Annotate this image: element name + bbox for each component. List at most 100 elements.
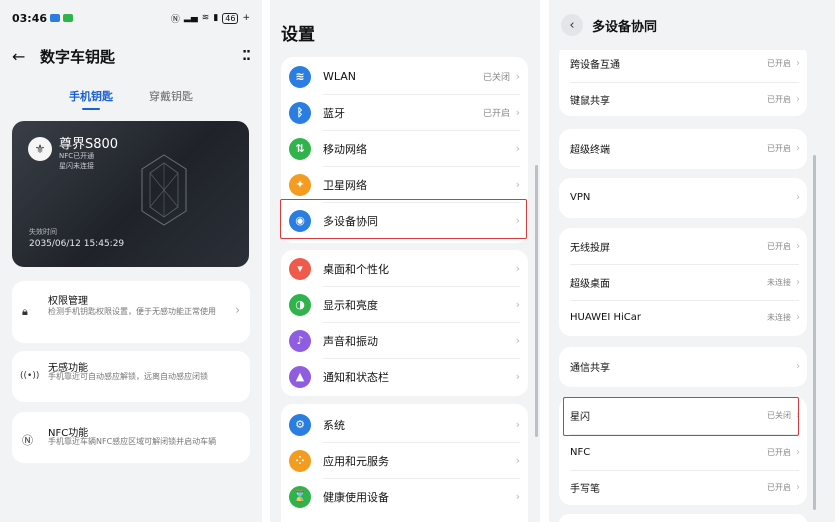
- car-name: 尊界S800: [59, 137, 119, 152]
- collab-group-3: VPN ›: [559, 178, 807, 218]
- car-key-card[interactable]: ⚜ 尊界S800 NFC已开通 星闪未连接 失效时间 2035/06/12 15…: [12, 121, 249, 267]
- item-label: 通知和状态栏: [323, 370, 389, 384]
- status-time: 03:46: [12, 11, 48, 25]
- back-arrow-icon[interactable]: ←: [12, 47, 34, 66]
- item-label: 键鼠共享: [570, 96, 610, 107]
- chevron-right-icon: ›: [796, 241, 800, 252]
- feature-desc: 检测手机钥匙权限设置，便于无感功能正常使用: [48, 307, 216, 316]
- wifi-status-icon: ≋: [201, 13, 210, 23]
- chevron-right-icon: ›: [515, 298, 520, 311]
- highlight-box: [280, 199, 527, 239]
- chevron-right-icon: ›: [515, 418, 520, 431]
- mobile-network-icon: ⇅: [289, 137, 311, 160]
- settings-item-apps[interactable]: ⁘ 应用和元服务 ›: [281, 443, 528, 478]
- tab-phone-key[interactable]: 手机钥匙: [69, 88, 113, 110]
- collab-item-stylus[interactable]: 手写笔 已开启 ›: [559, 470, 807, 505]
- page-title: 数字车钥匙: [40, 47, 116, 66]
- item-label: 手写笔: [570, 484, 600, 495]
- car-emblem-icon: [141, 154, 187, 226]
- chevron-right-icon: ›: [235, 303, 240, 317]
- collab-item-vpn[interactable]: VPN ›: [559, 180, 807, 215]
- settings-item-sound[interactable]: ♪ 声音和振动 ›: [281, 323, 528, 358]
- page-header: ← 数字车钥匙 ⁚⁚: [12, 44, 251, 68]
- item-label: 健康使用设备: [323, 490, 389, 504]
- notification-badge-icon: [63, 14, 74, 22]
- settings-item-system[interactable]: ⚙ 系统 ›: [281, 407, 528, 442]
- collab-item-wireless-projection[interactable]: 无线投屏 已开启 ›: [559, 229, 807, 264]
- item-label: 跨设备互通: [570, 60, 620, 71]
- status-bar: 03:46 Ⓝ ▂▄ ≋ ▮ 46 +: [12, 10, 250, 26]
- collab-group-4: 无线投屏 已开启 › 超级桌面 未连接 › HUAWEI HiCar 未连接 ›: [559, 228, 807, 336]
- notification-icon: ▲: [289, 365, 311, 388]
- chevron-right-icon: ›: [796, 361, 800, 372]
- item-label: 桌面和个性化: [323, 262, 389, 276]
- item-label: VPN: [570, 192, 591, 203]
- nfc-function-item[interactable]: Ⓝ NFC功能 手机靠近车辆NFC感应区域可解闭锁并启动车辆: [12, 412, 250, 463]
- scrollbar[interactable]: [813, 155, 816, 510]
- collab-item-hicar[interactable]: HUAWEI HiCar 未连接 ›: [559, 300, 807, 335]
- item-value: 未连接: [767, 278, 791, 287]
- collab-item-super-device[interactable]: 超级终端 已开启 ›: [559, 131, 807, 166]
- item-label: 系统: [323, 418, 345, 432]
- item-label: 超级桌面: [570, 279, 610, 290]
- chevron-right-icon: ›: [796, 482, 800, 493]
- multi-device-panel: 跨设备互通 已开启 › 键鼠共享 已开启 › ‹ 多设备协同 超级终端 已开启 …: [549, 0, 835, 522]
- collab-group-7: [559, 514, 807, 522]
- settings-panel: 设置 ≋ WLAN 已关闭 › ᛒ 蓝牙 已开启 › ⇅ 移动网络 › ✦ 卫星…: [270, 0, 540, 522]
- proximity-icon: ((•)): [20, 371, 40, 381]
- nfc-status-text: NFC已开通: [59, 152, 95, 160]
- chevron-right-icon: ›: [796, 58, 800, 69]
- chevron-right-icon: ›: [515, 70, 520, 83]
- feature-title: 权限管理: [48, 296, 88, 307]
- collab-item-super-desktop[interactable]: 超级桌面 未连接 ›: [559, 265, 807, 300]
- notification-badge-icon: [50, 14, 61, 22]
- sim-icon: ▮: [213, 13, 219, 23]
- settings-item-notification[interactable]: ▲ 通知和状态栏 ›: [281, 359, 528, 394]
- item-label: 超级终端: [570, 145, 610, 156]
- collab-item-comm-sharing[interactable]: 通信共享 ›: [559, 349, 807, 384]
- chevron-left-icon: ‹: [569, 17, 575, 33]
- chevron-right-icon: ›: [796, 447, 800, 458]
- collab-group-1: 跨设备互通 已开启 › 键鼠共享 已开启 ›: [559, 44, 807, 116]
- settings-group-system: ⚙ 系统 › ⁘ 应用和元服务 › ⌛ 健康使用设备 ›: [281, 404, 528, 522]
- permission-management-item[interactable]: 🔒︎ 权限管理 检测手机钥匙权限设置，便于无感功能正常使用 ›: [12, 281, 250, 343]
- apps-icon: ⁘: [289, 449, 311, 472]
- collab-item-keyboard-mouse[interactable]: 键鼠共享 已开启 ›: [559, 82, 807, 117]
- settings-item-mobile-network[interactable]: ⇅ 移动网络 ›: [281, 131, 528, 166]
- feature-desc: 手机靠近可自动感应解锁，远离自动感应闭锁: [48, 372, 208, 381]
- settings-item-wlan[interactable]: ≋ WLAN 已关闭 ›: [281, 59, 528, 94]
- collab-group-5: 通信共享 ›: [559, 347, 807, 387]
- item-value: 已开启: [767, 483, 791, 492]
- item-value: 已关闭: [482, 73, 510, 83]
- more-options-icon[interactable]: ⁚⁚: [242, 49, 251, 64]
- system-icon: ⚙: [289, 413, 311, 436]
- chevron-right-icon: ›: [515, 106, 520, 119]
- settings-item-digital-balance[interactable]: ⌛ 健康使用设备 ›: [281, 479, 528, 514]
- expiry-time: 2035/06/12 15:45:29: [29, 239, 125, 249]
- signal-icon: ▂▄: [183, 13, 198, 23]
- chevron-right-icon: ›: [515, 142, 520, 155]
- item-label: 通信共享: [570, 363, 610, 374]
- passive-entry-item[interactable]: ((•)) 无感功能 手机靠近可自动感应解锁，远离自动感应闭锁: [12, 351, 250, 402]
- chevron-right-icon: ›: [515, 262, 520, 275]
- chevron-right-icon: ›: [515, 490, 520, 503]
- back-button[interactable]: ‹: [561, 14, 583, 36]
- satellite-icon: ✦: [289, 173, 311, 196]
- settings-item-display[interactable]: ◑ 显示和亮度 ›: [281, 287, 528, 322]
- status-icons: Ⓝ ▂▄ ≋ ▮ 46 +: [171, 12, 250, 25]
- nfc-icon: Ⓝ: [22, 434, 33, 447]
- chevron-right-icon: ›: [515, 178, 520, 191]
- settings-item-satellite[interactable]: ✦ 卫星网络 ›: [281, 167, 528, 202]
- tab-wearable-key[interactable]: 穿戴钥匙: [149, 88, 193, 110]
- collab-item-nfc[interactable]: NFC 已开启 ›: [559, 435, 807, 470]
- item-value: 已开启: [767, 59, 791, 68]
- key-tabs: 手机钥匙 穿戴钥匙: [0, 88, 262, 110]
- settings-item-bluetooth[interactable]: ᛒ 蓝牙 已开启 ›: [281, 95, 528, 130]
- collab-item-cross-device[interactable]: 跨设备互通 已开启 ›: [559, 46, 807, 81]
- page-title: 设置: [281, 25, 315, 45]
- car-key-panel: 03:46 Ⓝ ▂▄ ≋ ▮ 46 + ← 数字车钥匙 ⁚⁚ 手机钥匙 穿戴钥匙…: [0, 0, 262, 522]
- scrollbar[interactable]: [535, 165, 538, 437]
- item-label: 蓝牙: [323, 106, 345, 120]
- feature-desc: 手机靠近车辆NFC感应区域可解闭锁并启动车辆: [48, 437, 217, 446]
- settings-item-personalize[interactable]: ▾ 桌面和个性化 ›: [281, 251, 528, 286]
